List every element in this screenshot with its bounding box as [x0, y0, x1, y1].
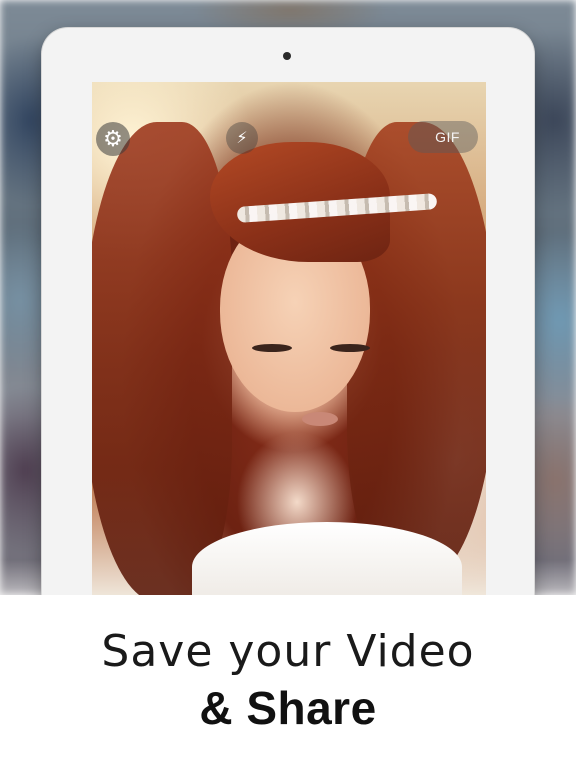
photo-eye-left	[252, 344, 292, 352]
flash-toggle-button[interactable]: ⚡	[226, 122, 258, 154]
gif-mode-toggle[interactable]: GIF	[408, 121, 478, 153]
flash-off-icon: ⚡	[236, 130, 248, 147]
caption-headline: Save your Video	[101, 626, 475, 677]
camera-preview-photo	[92, 82, 486, 596]
photo-lips	[302, 412, 338, 426]
photo-eye-right	[330, 344, 370, 352]
gear-icon: ⚙	[103, 126, 123, 151]
front-camera-dot	[283, 52, 291, 60]
caption-subheadline: & Share	[199, 682, 377, 734]
settings-button[interactable]: ⚙	[96, 122, 130, 156]
gif-toggle-label: GIF	[435, 129, 460, 145]
promo-caption: Save your Video & Share	[0, 595, 576, 768]
